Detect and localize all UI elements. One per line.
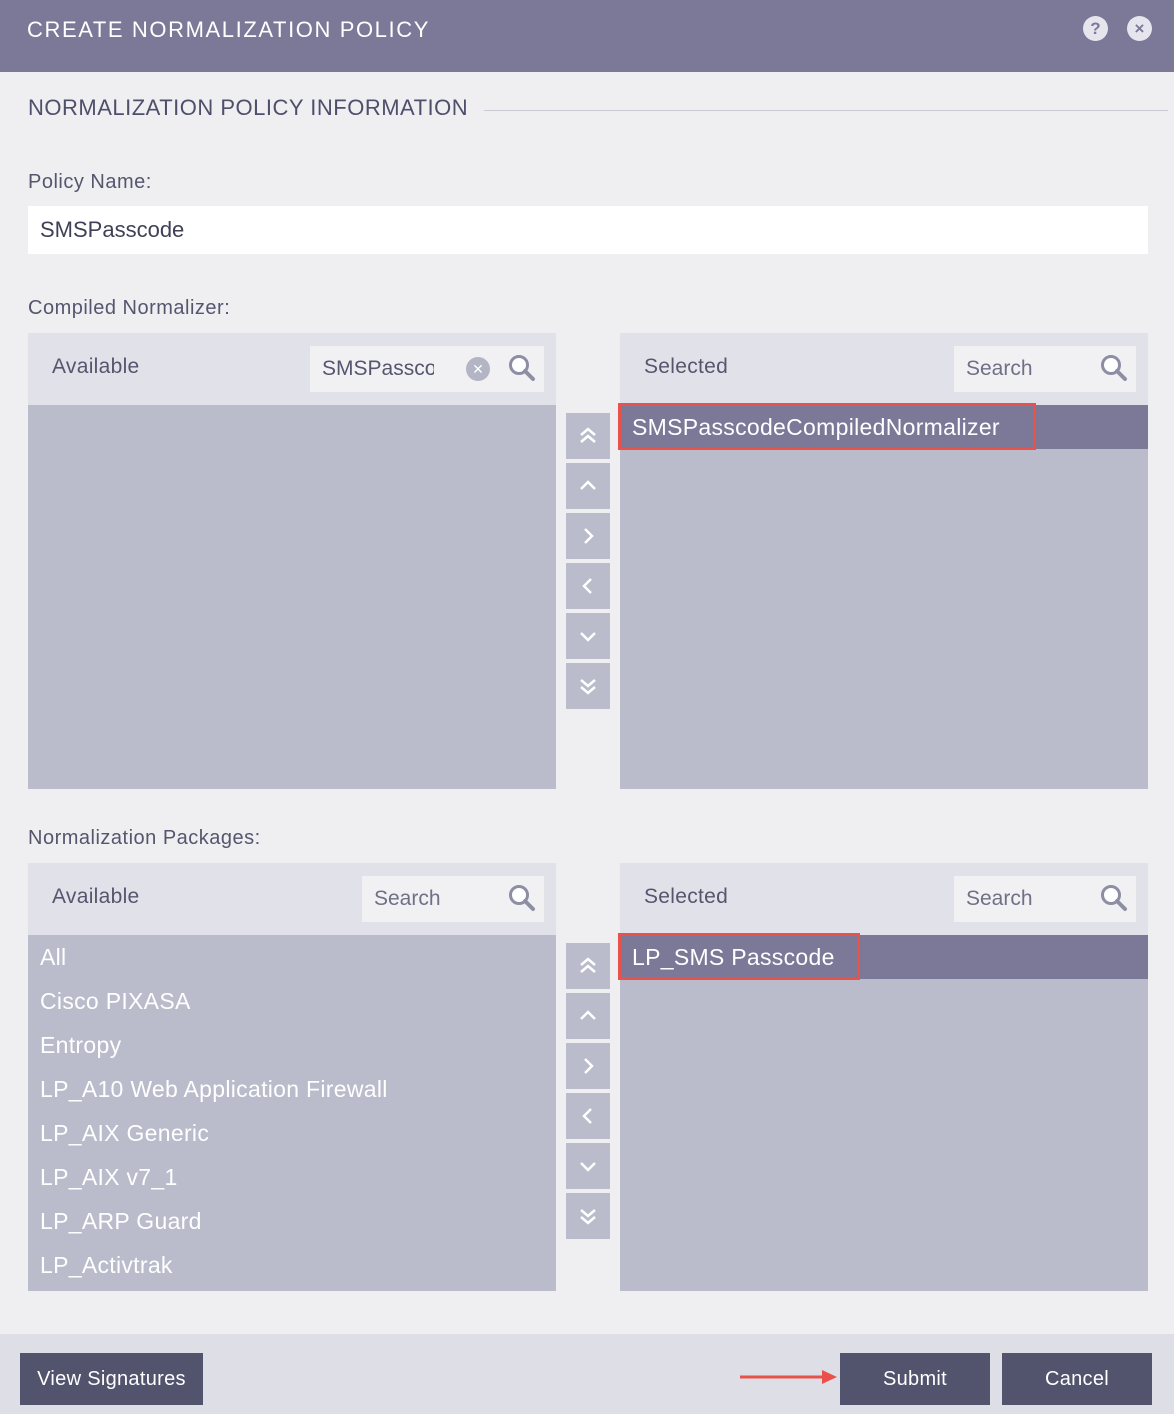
chevron-left-icon bbox=[582, 1108, 592, 1124]
list-item[interactable]: SMSPasscodeCompiledNormalizer bbox=[620, 405, 1148, 449]
search-icon[interactable] bbox=[1100, 354, 1128, 382]
list-item[interactable]: Cisco PIXASA bbox=[28, 979, 556, 1023]
compiled-selected-panel: Selected SMSPasscodeCompiledNormalizer bbox=[620, 333, 1148, 789]
compiled-selected-label: Selected bbox=[644, 355, 729, 378]
packages-available-header: Available bbox=[28, 863, 556, 935]
chevron-left-icon bbox=[582, 578, 592, 594]
search-icon[interactable] bbox=[508, 884, 536, 912]
packages-selected-list[interactable]: LP_SMS Passcode bbox=[620, 935, 1148, 979]
search-icon[interactable] bbox=[508, 354, 536, 382]
chevron-up-icon bbox=[580, 1010, 596, 1020]
compiled-available-panel: Available ✕ bbox=[28, 333, 556, 789]
dialog-footer: View Signatures Submit Cancel bbox=[0, 1334, 1174, 1414]
list-item[interactable]: LP_AIX Generic bbox=[28, 1111, 556, 1155]
search-icon[interactable] bbox=[1100, 884, 1128, 912]
move-up-button[interactable] bbox=[566, 993, 610, 1039]
packages-selected-panel: Selected LP_SMS Passcode bbox=[620, 863, 1148, 1291]
list-item[interactable]: LP_SMS Passcode bbox=[620, 935, 1148, 979]
double-chevron-down-icon bbox=[580, 1209, 596, 1225]
move-top-button[interactable] bbox=[566, 413, 610, 459]
add-selected-button[interactable] bbox=[566, 1043, 610, 1089]
section-title: NORMALIZATION POLICY INFORMATION bbox=[28, 95, 469, 120]
packages-mover-buttons bbox=[566, 943, 610, 1243]
list-item[interactable]: LP_ARP Guard bbox=[28, 1199, 556, 1243]
compiled-normalizer-label: Compiled Normalizer: bbox=[28, 297, 231, 319]
double-chevron-down-icon bbox=[580, 679, 596, 695]
packages-available-list[interactable]: All Cisco PIXASA Entropy LP_A10 Web Appl… bbox=[28, 935, 556, 1287]
chevron-down-icon bbox=[580, 1162, 596, 1172]
double-chevron-up-icon bbox=[580, 957, 596, 973]
move-top-button[interactable] bbox=[566, 943, 610, 989]
remove-selected-button[interactable] bbox=[566, 1093, 610, 1139]
list-item[interactable]: LP_A10 Web Application Firewall bbox=[28, 1067, 556, 1111]
double-chevron-up-icon bbox=[580, 427, 596, 443]
chevron-right-icon bbox=[584, 1058, 594, 1074]
move-down-button[interactable] bbox=[566, 613, 610, 659]
move-bottom-button[interactable] bbox=[566, 1193, 610, 1239]
move-down-button[interactable] bbox=[566, 1143, 610, 1189]
chevron-right-icon bbox=[584, 528, 594, 544]
chevron-up-icon bbox=[580, 480, 596, 490]
dialog-title: CREATE NORMALIZATION POLICY bbox=[27, 17, 430, 42]
view-signatures-button[interactable]: View Signatures bbox=[20, 1353, 203, 1405]
close-icon[interactable]: × bbox=[1127, 16, 1152, 41]
arrow-right-icon bbox=[740, 1370, 837, 1384]
compiled-selected-header: Selected bbox=[620, 333, 1148, 405]
help-icon[interactable]: ? bbox=[1083, 16, 1108, 41]
move-bottom-button[interactable] bbox=[566, 663, 610, 709]
chevron-down-icon bbox=[580, 632, 596, 642]
list-item[interactable]: Entropy bbox=[28, 1023, 556, 1067]
clear-search-icon[interactable]: ✕ bbox=[466, 357, 490, 381]
packages-available-label: Available bbox=[52, 885, 140, 908]
add-selected-button[interactable] bbox=[566, 513, 610, 559]
list-item[interactable]: LP_Activtrak bbox=[28, 1243, 556, 1287]
list-item[interactable]: All bbox=[28, 935, 556, 979]
remove-selected-button[interactable] bbox=[566, 563, 610, 609]
policy-name-label: Policy Name: bbox=[28, 171, 152, 193]
dialog-titlebar: CREATE NORMALIZATION POLICY ? × bbox=[0, 0, 1174, 72]
normalization-packages-label: Normalization Packages: bbox=[28, 827, 261, 849]
compiled-mover-buttons bbox=[566, 413, 610, 713]
submit-button[interactable]: Submit bbox=[840, 1353, 990, 1405]
packages-selected-header: Selected bbox=[620, 863, 1148, 935]
compiled-selected-list[interactable]: SMSPasscodeCompiledNormalizer bbox=[620, 405, 1148, 449]
packages-available-panel: Available All Cisco PIXASA Entropy LP_A1… bbox=[28, 863, 556, 1291]
policy-name-input[interactable] bbox=[28, 206, 1148, 254]
move-up-button[interactable] bbox=[566, 463, 610, 509]
compiled-available-header: Available ✕ bbox=[28, 333, 556, 405]
section-divider bbox=[484, 110, 1168, 111]
compiled-available-label: Available bbox=[52, 355, 140, 378]
list-item[interactable]: LP_AIX v7_1 bbox=[28, 1155, 556, 1199]
packages-selected-label: Selected bbox=[644, 885, 729, 908]
cancel-button[interactable]: Cancel bbox=[1002, 1353, 1152, 1405]
